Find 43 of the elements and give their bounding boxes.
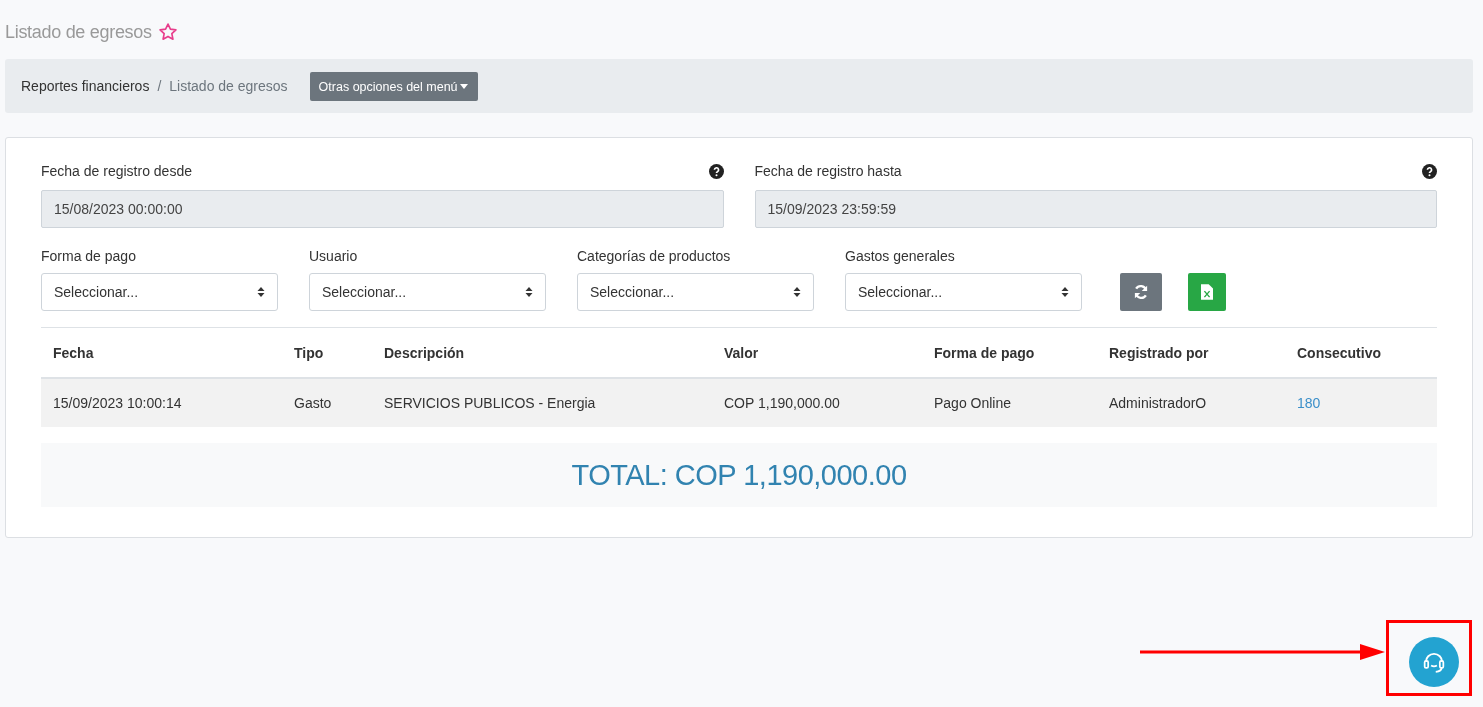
table-cell-text: 15/09/2023 10:00:14	[52, 395, 183, 411]
star-icon[interactable]	[157, 22, 178, 42]
field-label: Gastos generales	[845, 248, 956, 264]
select-field[interactable]: Seleccionar...	[309, 273, 546, 311]
select-field[interactable]: Seleccionar...	[577, 273, 814, 311]
field-label: Forma de pago	[41, 248, 137, 264]
table-cell-text: Pago Online	[933, 395, 1013, 411]
sort-arrows-icon	[525, 286, 533, 298]
total-amount: TOTAL: COP 1,190,000.00	[571, 458, 907, 492]
column-header: Registrado por	[1108, 344, 1210, 361]
excel-export-button[interactable]	[1188, 273, 1226, 311]
refresh-icon	[1132, 283, 1150, 301]
menu-dropdown-button[interactable]: Otras opciones del menú	[309, 71, 478, 101]
help-icon[interactable]	[708, 163, 724, 179]
sort-arrows-icon	[257, 286, 265, 298]
column-header: Fecha	[52, 344, 95, 361]
field-label: Usuario	[309, 248, 359, 264]
breadcrumb-item[interactable]: Reportes financieros	[21, 78, 150, 94]
field-label: Fecha de registro desde	[41, 163, 192, 179]
table-cell-text: AdministradorO	[1108, 395, 1208, 411]
column-header: Descripción	[383, 344, 466, 361]
page-title: Listado de egresos	[5, 21, 152, 43]
sort-arrows-icon	[1061, 286, 1069, 298]
column-header: Consecutivo	[1296, 344, 1382, 361]
spreadsheet-file-icon	[1201, 284, 1213, 300]
column-header: Tipo	[293, 344, 325, 361]
select-field[interactable]: Seleccionar...	[41, 273, 278, 311]
date-field[interactable]: 15/08/2023 00:00:00	[41, 190, 724, 228]
help-icon[interactable]	[1422, 163, 1437, 179]
date-field[interactable]: 15/09/2023 23:59:59	[754, 190, 1437, 228]
sort-arrows-icon	[793, 286, 801, 298]
breadcrumb-item: Listado de egresos	[169, 78, 288, 94]
column-header: Forma de pago	[933, 344, 1036, 361]
support-chat-button[interactable]	[1409, 637, 1459, 687]
table-cell-text: Gasto	[293, 395, 333, 411]
table-cell-text: SERVICIOS PUBLICOS - Energia	[383, 395, 597, 411]
select-field[interactable]: Seleccionar...	[845, 273, 1082, 311]
field-label: Categorías de productos	[577, 248, 732, 264]
field-label: Fecha de registro hasta	[754, 163, 902, 179]
breadcrumb-separator: /	[157, 78, 162, 94]
column-header: Valor	[723, 344, 760, 361]
refresh-button[interactable]	[1120, 273, 1162, 311]
table-cell-text: COP 1,190,000.00	[723, 395, 841, 411]
